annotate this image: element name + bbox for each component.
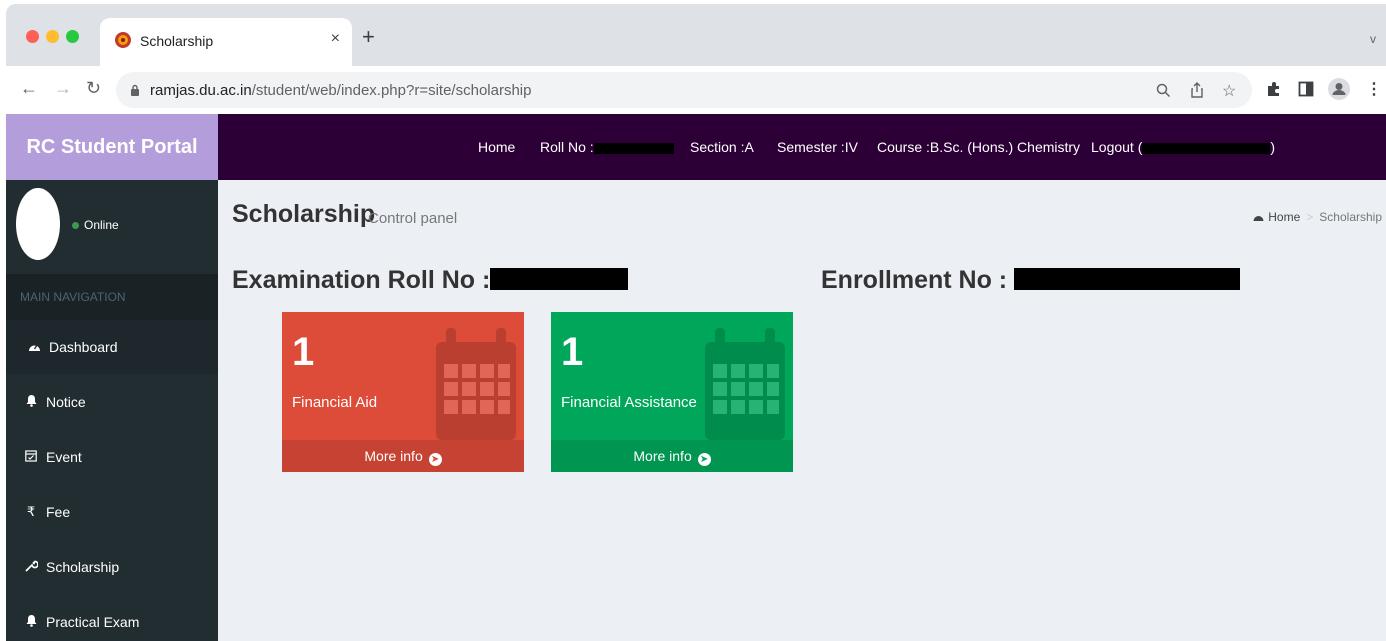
forward-arrow-icon[interactable]: → (54, 79, 72, 97)
financial-aid-box: 1 Financial Aid More info ➤ (282, 312, 524, 472)
nav-course: Course :B.Sc. (Hons.) Chemistry (877, 139, 1081, 155)
box-count: 1 (292, 330, 315, 374)
url-path: /student/web/index.php?r=site/scholarshi… (251, 82, 532, 99)
more-info-label: More info (364, 448, 423, 464)
kebab-menu-icon[interactable]: ⋮ (1366, 79, 1382, 99)
maximize-window-button[interactable] (66, 30, 79, 43)
more-info-label: More info (633, 448, 692, 464)
calendar-icon (705, 328, 785, 440)
browser-window: Scholarship × + v ← → ↻ ramjas.du.ac.in/… (6, 4, 1386, 641)
college-crest-icon (115, 32, 131, 48)
tab-title: Scholarship (140, 33, 214, 49)
tab-search-chevron-icon[interactable]: v (1370, 32, 1376, 46)
dashboard-icon (1253, 216, 1264, 221)
box-label: Financial Aid (292, 394, 378, 411)
arrow-circle-right-icon: ➤ (428, 453, 442, 466)
web-page: RC Student Portal Home Roll No : Section… (6, 114, 1386, 641)
dashboard-icon (25, 340, 43, 355)
more-info-link[interactable]: More info ➤ (551, 440, 793, 472)
sidebar-item-label: Notice (46, 394, 86, 410)
financial-assistance-box: 1 Financial Assistance More info ➤ (551, 312, 793, 472)
online-status-label: Online (84, 218, 119, 232)
extensions-puzzle-icon[interactable] (1266, 81, 1282, 97)
more-info-link[interactable]: More info ➤ (282, 440, 524, 472)
exam-roll-label: Examination Roll No : (232, 266, 491, 294)
main-navigation-header: MAIN NAVIGATION (6, 274, 218, 320)
sidebar-item-label: Practical Exam (46, 614, 140, 630)
main-content: Scholarship Control panel Home > Scholarsh… (218, 180, 1386, 641)
lock-icon (131, 84, 139, 96)
sidebar: Online MAIN NAVIGATION Dashboard Notice (6, 180, 218, 641)
arrow-circle-right-icon: ➤ (697, 453, 711, 466)
url-host: ramjas.du.ac.in (150, 82, 252, 99)
avatar (16, 188, 60, 260)
zoom-icon[interactable] (1156, 83, 1171, 98)
browser-tab[interactable]: Scholarship × (100, 18, 352, 66)
sidebar-item-label: Fee (46, 504, 71, 520)
breadcrumb-separator: > (1306, 210, 1314, 224)
tab-close-icon[interactable]: × (331, 30, 340, 48)
nav-roll-no: Roll No : (540, 139, 674, 155)
wrench-icon (22, 559, 40, 575)
sidebar-item-label: Event (46, 449, 82, 465)
nav-logout-link[interactable]: Logout () (1091, 139, 1275, 155)
top-navbar: Home Roll No : Section :A Semester :IV C… (218, 114, 1386, 180)
online-status-icon (72, 222, 79, 229)
calendar-icon (22, 449, 40, 465)
side-panel-icon[interactable] (1298, 81, 1314, 97)
page-title: Scholarship (232, 200, 376, 228)
reload-icon[interactable]: ↻ (86, 79, 101, 97)
sidebar-item-practical-exam[interactable]: Practical Exam (6, 595, 218, 641)
enrollment-label: Enrollment No : (821, 266, 1008, 294)
address-bar[interactable]: ramjas.du.ac.in/student/web/index.php?r=… (116, 72, 1252, 108)
nav-home-link[interactable]: Home (478, 139, 515, 155)
breadcrumb-home[interactable]: Home (1268, 210, 1300, 224)
sidebar-item-label: Scholarship (46, 559, 120, 575)
breadcrumb: Home > Scholarship (1253, 210, 1382, 224)
portal-logo[interactable]: RC Student Portal (6, 114, 218, 180)
minimize-window-button[interactable] (46, 30, 59, 43)
bookmark-star-icon[interactable]: ☆ (1222, 81, 1236, 101)
sidebar-item-notice[interactable]: Notice (6, 375, 218, 429)
page-subtitle: Control panel (368, 210, 458, 227)
sidebar-item-label: Dashboard (49, 339, 118, 355)
bell-icon (22, 394, 40, 410)
profile-avatar-icon[interactable] (1328, 78, 1350, 100)
redaction-bar (490, 268, 629, 290)
sidebar-item-dashboard[interactable]: Dashboard (6, 320, 218, 374)
share-icon[interactable] (1190, 82, 1204, 98)
sidebar-item-event[interactable]: Event (6, 430, 218, 484)
box-count: 1 (561, 330, 584, 374)
rupee-icon: ₹ (26, 504, 36, 519)
bell-icon (22, 614, 40, 630)
nav-section: Section :A (690, 139, 754, 155)
close-window-button[interactable] (26, 30, 39, 43)
calendar-icon (436, 328, 516, 440)
exam-roll-heading: Examination Roll No : (232, 266, 629, 295)
url-text[interactable]: ramjas.du.ac.in/student/web/index.php?r=… (150, 82, 531, 99)
sidebar-item-scholarship[interactable]: Scholarship (6, 540, 218, 594)
box-label: Financial Assistance (561, 394, 697, 411)
logout-close-paren: ) (1270, 139, 1276, 155)
nav-semester: Semester :IV (777, 139, 858, 155)
user-panel: Online (6, 180, 218, 274)
sidebar-item-fee[interactable]: ₹ Fee (6, 485, 218, 539)
browser-toolbar: ← → ↻ ramjas.du.ac.in/student/web/index.… (6, 66, 1386, 114)
redaction-bar (1014, 268, 1241, 290)
redaction-bar (593, 142, 674, 154)
enrollment-heading: Enrollment No : (821, 266, 1241, 295)
new-tab-button[interactable]: + (362, 26, 375, 48)
back-arrow-icon[interactable]: ← (20, 79, 38, 97)
roll-no-label: Roll No : (540, 139, 594, 155)
tab-strip: Scholarship × + v (6, 4, 1386, 66)
logout-label: Logout ( (1091, 139, 1143, 155)
redaction-bar (1142, 142, 1271, 154)
breadcrumb-current: Scholarship (1319, 210, 1382, 224)
